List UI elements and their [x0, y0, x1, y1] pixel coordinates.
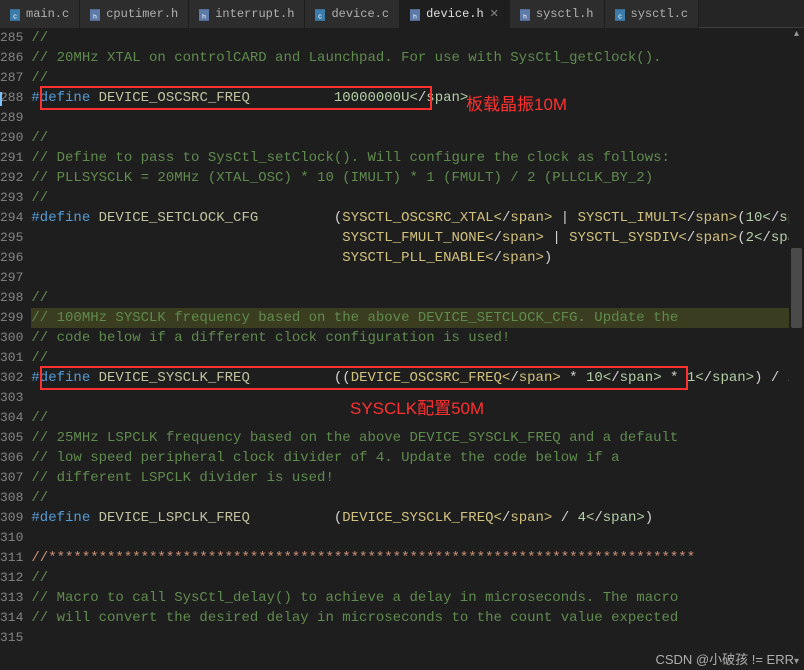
vertical-scrollbar[interactable]: ▴ ▾ — [789, 28, 804, 670]
svg-text:h: h — [93, 13, 97, 20]
code-line[interactable]: // — [31, 188, 804, 208]
c-file-icon: c — [615, 9, 625, 19]
tab-label: interrupt.h — [215, 7, 294, 21]
code-line[interactable]: // will convert the desired delay in mic… — [31, 608, 804, 628]
code-line[interactable]: // 25MHz LSPCLK frequency based on the a… — [31, 428, 804, 448]
watermark: CSDN @小破孩 != ERR — [655, 649, 794, 668]
svg-text:c: c — [618, 11, 622, 20]
code-line[interactable] — [31, 388, 804, 408]
tab-main-c[interactable]: c main.c — [0, 0, 80, 28]
code-line[interactable]: // different LSPCLK divider is used! — [31, 468, 804, 488]
tab-label: device.c — [331, 7, 389, 21]
tab-label: sysctl.c — [631, 7, 689, 21]
code-line[interactable]: // — [31, 288, 804, 308]
svg-text:h: h — [202, 13, 206, 20]
c-file-icon: c — [315, 9, 325, 19]
tab-bar: c main.c h cputimer.h h interrupt.h c de… — [0, 0, 804, 28]
tab-device-c[interactable]: c device.c — [305, 0, 400, 28]
h-file-icon: h — [520, 9, 530, 19]
code-line[interactable] — [31, 528, 804, 548]
h-file-icon: h — [410, 9, 420, 19]
code-line[interactable]: // — [31, 408, 804, 428]
code-line[interactable]: // low speed peripheral clock divider of… — [31, 448, 804, 468]
svg-text:h: h — [413, 13, 417, 20]
code-line[interactable]: // — [31, 68, 804, 88]
line-gutter: 2852862872882892902912922932942952962972… — [0, 28, 31, 670]
tab-device-h[interactable]: h device.h ✕ — [400, 0, 510, 28]
code-line[interactable]: // — [31, 568, 804, 588]
h-file-icon: h — [199, 9, 209, 19]
code-line[interactable]: // PLLSYSCLK = 20MHz (XTAL_OSC) * 10 (IM… — [31, 168, 804, 188]
h-file-icon: h — [90, 9, 100, 19]
cursor-indicator — [0, 92, 2, 106]
tab-label: sysctl.h — [536, 7, 594, 21]
tab-label: cputimer.h — [106, 7, 178, 21]
tab-cputimer-h[interactable]: h cputimer.h — [80, 0, 189, 28]
tab-label: device.h — [426, 7, 484, 21]
code-editor[interactable]: 2852862872882892902912922932942952962972… — [0, 28, 804, 670]
code-line[interactable] — [31, 268, 804, 288]
tab-sysctl-h[interactable]: h sysctl.h — [510, 0, 605, 28]
code-line[interactable]: // Macro to call SysCtl_delay() to achie… — [31, 588, 804, 608]
code-line[interactable]: // — [31, 348, 804, 368]
code-line[interactable]: // code below if a different clock confi… — [31, 328, 804, 348]
code-line[interactable]: // — [31, 128, 804, 148]
code-line[interactable]: #define DEVICE_OSCSRC_FREQ 10000000U</sp… — [31, 88, 804, 108]
code-line[interactable]: // 100MHz SYSCLK frequency based on the … — [31, 308, 804, 328]
code-line[interactable]: #define DEVICE_LSPCLK_FREQ (DEVICE_SYSCL… — [31, 508, 804, 528]
code-line[interactable]: // — [31, 488, 804, 508]
code-line[interactable]: // — [31, 28, 804, 48]
svg-text:c: c — [13, 11, 17, 20]
code-line[interactable]: // Define to pass to SysCtl_setClock(). … — [31, 148, 804, 168]
code-line[interactable]: SYSCTL_PLL_ENABLE</span>) — [31, 248, 804, 268]
svg-text:h: h — [523, 13, 527, 20]
tab-label: main.c — [26, 7, 69, 21]
close-icon[interactable]: ✕ — [490, 7, 499, 21]
code-line[interactable]: #define DEVICE_SYSCLK_FREQ ((DEVICE_OSCS… — [31, 368, 804, 388]
c-file-icon: c — [10, 9, 20, 19]
svg-text:c: c — [319, 11, 323, 20]
code-line[interactable]: //**************************************… — [31, 548, 804, 568]
tab-interrupt-h[interactable]: h interrupt.h — [189, 0, 305, 28]
scroll-up-icon[interactable]: ▴ — [789, 28, 804, 42]
code-area[interactable]: //// 20MHz XTAL on controlCARD and Launc… — [31, 28, 804, 670]
code-line[interactable]: #define DEVICE_SETCLOCK_CFG (SYSCTL_OSCS… — [31, 208, 804, 228]
code-line[interactable]: // 20MHz XTAL on controlCARD and Launchp… — [31, 48, 804, 68]
tab-sysctl-c[interactable]: c sysctl.c — [605, 0, 700, 28]
code-line[interactable] — [31, 628, 804, 648]
code-line[interactable] — [31, 108, 804, 128]
code-line[interactable]: SYSCTL_FMULT_NONE</span> | SYSCTL_SYSDIV… — [31, 228, 804, 248]
